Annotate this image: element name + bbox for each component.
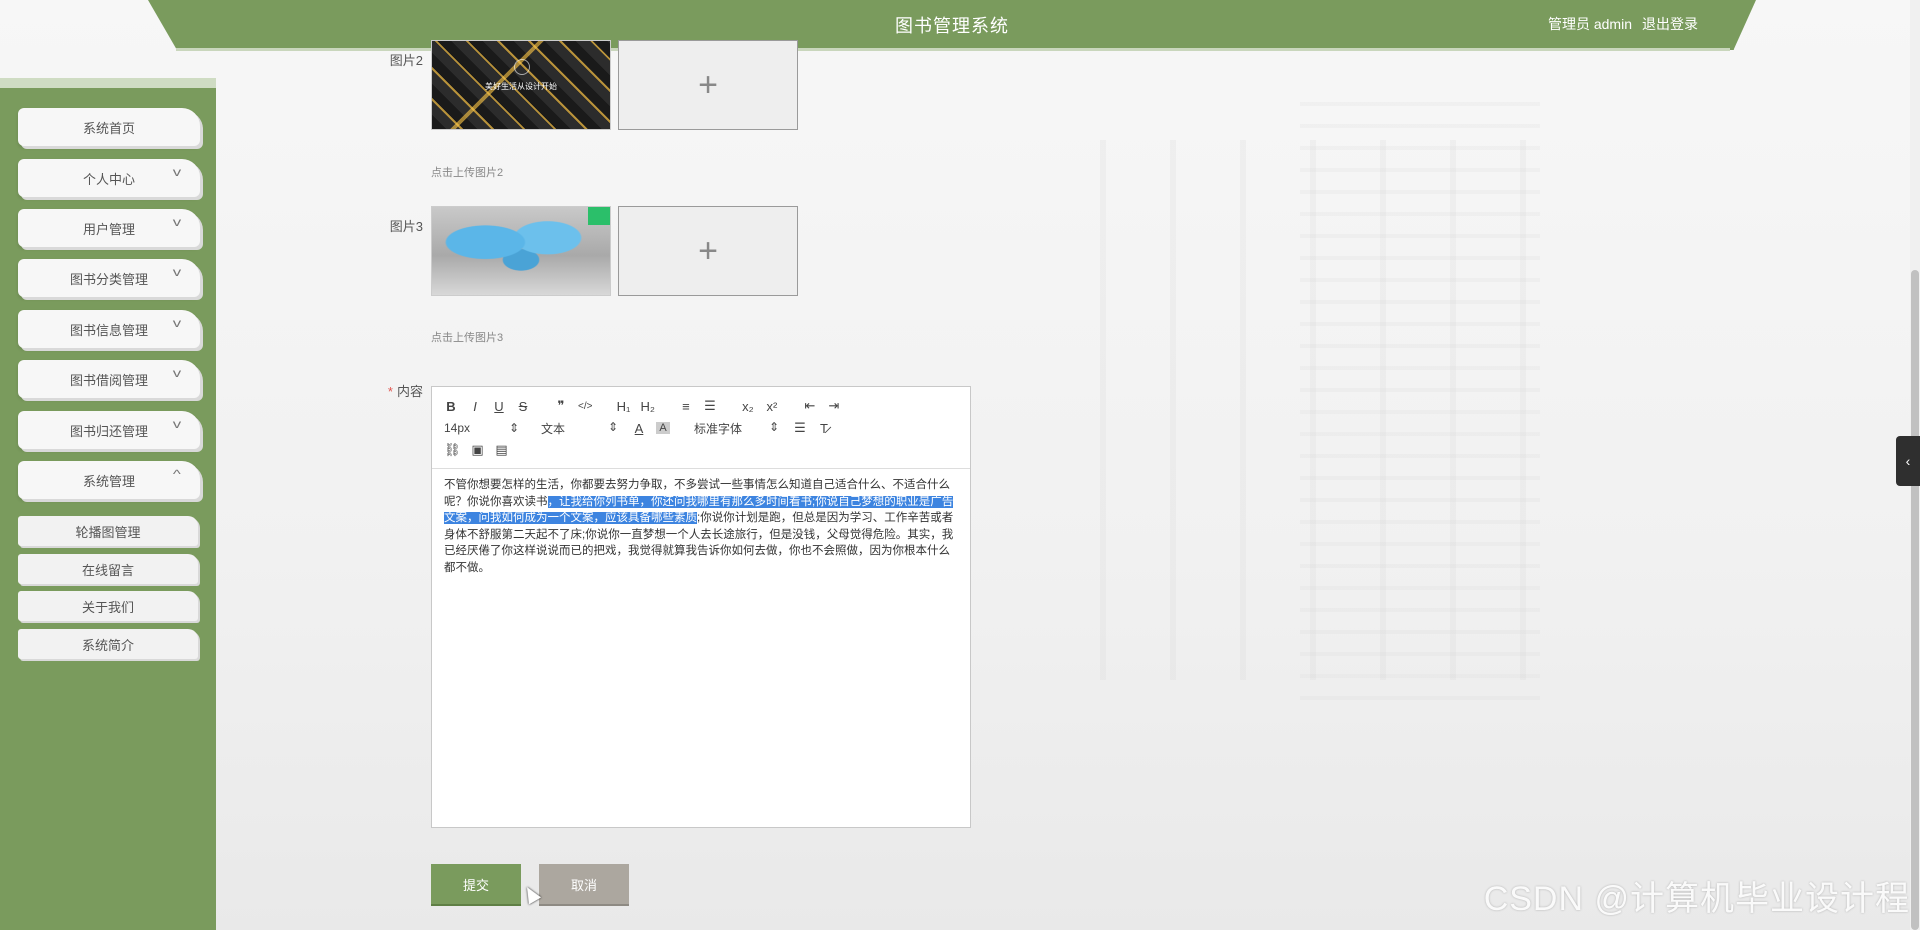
bold-button[interactable]: B xyxy=(444,399,458,414)
outdent-button[interactable]: ⇤ xyxy=(803,398,817,414)
code-block-button[interactable]: </> xyxy=(578,401,592,412)
sidebar-item-label: 个人中心 xyxy=(82,171,135,187)
image2-upload-button[interactable]: + xyxy=(618,40,798,130)
subscript-button[interactable]: x₂ xyxy=(741,399,755,414)
side-panel-toggle[interactable]: ‹ xyxy=(1896,436,1920,486)
heading2-button[interactable]: H₂ xyxy=(640,399,654,414)
select-arrows-icon: ⇕ xyxy=(768,419,779,434)
thumbnail-caption: 美好生活从设计开始 xyxy=(485,82,557,91)
font-size-value: 14px xyxy=(444,421,471,435)
sidebar-item-personal-center[interactable]: 个人中心 v xyxy=(18,159,200,197)
superscript-button[interactable]: x² xyxy=(765,399,779,414)
image-icon[interactable]: ▣ xyxy=(471,442,485,458)
chevron-down-icon: v xyxy=(172,316,182,330)
rich-text-editor[interactable]: B I U S ❞ </> H₁ H₂ ≡ ☰ x₂ x² ⇤ ⇥ 14px ⇕ xyxy=(431,386,971,828)
chevron-down-icon: v xyxy=(172,215,182,229)
sidebar-subitem-label: 在线留言 xyxy=(81,562,134,578)
chevron-down-icon: v xyxy=(172,417,182,431)
font-family-value: 标准字体 xyxy=(694,421,743,436)
sidebar-item-label: 图书借阅管理 xyxy=(69,372,148,388)
sidebar-item-book-category[interactable]: 图书分类管理 v xyxy=(18,259,200,297)
toolbar-row-2: 14px ⇕ 文本 ⇕ A A 标准字体 ⇕ ☰ T̷ xyxy=(444,417,841,439)
sidebar-item-system-management[interactable]: 系统管理 ^ xyxy=(18,461,200,499)
sidebar-item-book-borrow[interactable]: 图书借阅管理 v xyxy=(18,360,200,398)
sidebar-item-label: 系统首页 xyxy=(82,120,135,136)
image3-upload-hint: 点击上传图片3 xyxy=(431,332,504,344)
plus-icon: + xyxy=(698,65,718,104)
font-color-icon[interactable]: A xyxy=(632,421,646,436)
font-family-select[interactable]: 标准字体 ⇕ xyxy=(694,420,779,437)
app-title: 图书管理系统 xyxy=(895,16,1009,36)
sidebar-subitem-carousel[interactable]: 轮播图管理 xyxy=(18,516,198,546)
sidebar-subitem-label: 系统简介 xyxy=(81,637,134,653)
required-mark: * xyxy=(387,384,393,399)
editor-content[interactable]: 不管你想要怎样的生活，你都要去努力争取，不多尝试一些事情怎么知道自己适合什么、不… xyxy=(444,477,960,576)
background-decoration-2 xyxy=(1300,100,1540,700)
sidebar-item-label: 图书信息管理 xyxy=(69,322,148,338)
sidebar-subitem-about[interactable]: 关于我们 xyxy=(18,591,198,621)
header-user-area: 管理员 admin 退出登录 xyxy=(1548,14,1698,34)
ordered-list-button[interactable]: ≡ xyxy=(679,399,693,414)
chevron-down-icon: v xyxy=(172,165,182,179)
sidebar-item-label: 图书分类管理 xyxy=(69,271,148,287)
indent-button[interactable]: ⇥ xyxy=(827,398,841,414)
image2-thumbnail[interactable]: 美好生活从设计开始 xyxy=(431,40,611,130)
italic-button[interactable]: I xyxy=(468,399,482,414)
sidebar-subitem-intro[interactable]: 系统简介 xyxy=(18,629,198,659)
sidebar-item-label: 系统管理 xyxy=(82,473,135,489)
image3-upload-button[interactable]: + xyxy=(618,206,798,296)
heading1-button[interactable]: H₁ xyxy=(616,399,631,414)
link-icon[interactable]: ⛓ xyxy=(444,442,461,458)
select-arrows-icon: ⇕ xyxy=(607,419,618,434)
content-label-text: 内容 xyxy=(396,384,423,399)
top-header: 图书管理系统 管理员 admin 退出登录 xyxy=(148,0,1756,50)
select-arrows-icon: ⇕ xyxy=(508,421,519,435)
chevron-left-icon: ‹ xyxy=(1905,453,1911,469)
sidebar-item-book-return[interactable]: 图书归还管理 v xyxy=(18,411,200,449)
sidebar-item-label: 图书归还管理 xyxy=(69,423,148,439)
sidebar-item-home[interactable]: 系统首页 xyxy=(18,108,200,146)
chevron-up-icon: ^ xyxy=(173,467,182,481)
watermark: CSDN @计算机毕业设计程 xyxy=(1483,880,1910,918)
image3-thumbnail[interactable] xyxy=(431,206,611,296)
submit-button[interactable]: 提交 xyxy=(431,864,521,904)
clear-format-icon[interactable]: T̷ xyxy=(817,421,831,436)
sidebar-item-user-management[interactable]: 用户管理 v xyxy=(18,209,200,247)
sidebar-subitem-label: 轮播图管理 xyxy=(75,524,141,540)
cancel-button[interactable]: 取消 xyxy=(539,864,629,904)
sidebar-item-label: 用户管理 xyxy=(82,221,135,237)
sidebar-item-book-info[interactable]: 图书信息管理 v xyxy=(18,310,200,348)
current-user-label: 管理员 admin xyxy=(1547,16,1632,32)
content-label: * 内容 xyxy=(363,381,423,400)
thumbnail-corner-mark xyxy=(588,207,610,225)
font-size-select[interactable]: 14px ⇕ xyxy=(444,421,519,435)
align-icon[interactable]: ☰ xyxy=(793,420,807,436)
toolbar-row-1: B I U S ❞ </> H₁ H₂ ≡ ☰ x₂ x² ⇤ ⇥ xyxy=(444,395,851,417)
strike-button[interactable]: S xyxy=(516,399,530,414)
scrollbar-thumb[interactable] xyxy=(1911,270,1919,930)
sidebar-subitem-label: 关于我们 xyxy=(81,599,134,615)
chevron-down-icon: v xyxy=(172,366,182,380)
toolbar-row-3: ⛓ ▣ ▤ xyxy=(444,439,519,461)
image3-label: 图片3 xyxy=(389,219,423,234)
image2-upload-hint: 点击上传图片2 xyxy=(431,167,504,179)
logout-link[interactable]: 退出登录 xyxy=(1642,14,1698,34)
bullet-list-button[interactable]: ☰ xyxy=(703,398,717,414)
sidebar xyxy=(0,78,216,930)
editor-toolbar: B I U S ❞ </> H₁ H₂ ≡ ☰ x₂ x² ⇤ ⇥ 14px ⇕ xyxy=(432,387,970,469)
block-type-value: 文本 xyxy=(541,421,566,436)
sidebar-top-strip xyxy=(0,78,216,88)
underline-button[interactable]: U xyxy=(492,399,506,414)
play-icon xyxy=(514,59,530,75)
image2-label: 图片2 xyxy=(389,53,423,68)
video-icon[interactable]: ▤ xyxy=(495,442,509,458)
background-color-icon[interactable]: A xyxy=(656,422,670,434)
blockquote-button[interactable]: ❞ xyxy=(554,398,568,414)
chevron-down-icon: v xyxy=(172,265,182,279)
block-type-select[interactable]: 文本 ⇕ xyxy=(533,420,618,437)
sidebar-subitem-messages[interactable]: 在线留言 xyxy=(18,554,198,584)
plus-icon: + xyxy=(698,231,718,270)
